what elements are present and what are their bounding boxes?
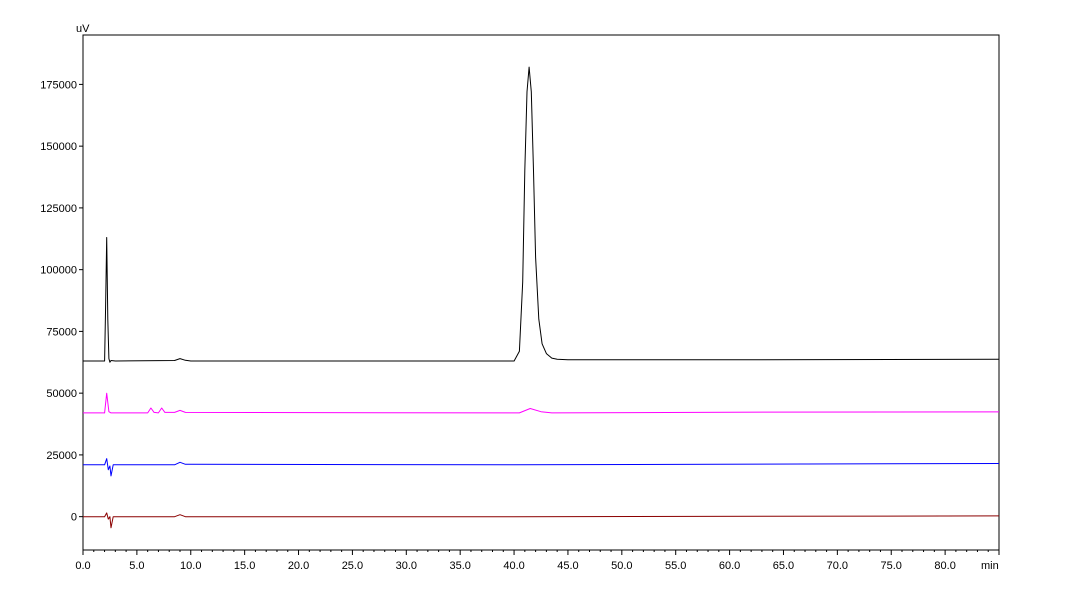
x-tick-label: 35.0 (449, 560, 470, 572)
x-tick-label: 40.0 (503, 560, 524, 572)
x-axis-unit: min (981, 560, 999, 572)
y-tick-label: 75000 (46, 326, 77, 338)
y-axis-unit: uV (76, 23, 90, 35)
x-tick-label: 25.0 (342, 560, 363, 572)
x-tick-label: 15.0 (234, 560, 255, 572)
x-tick-label: 30.0 (396, 560, 417, 572)
trace-4 (83, 512, 1000, 529)
trace-1 (83, 66, 1000, 363)
x-tick-label: 45.0 (557, 560, 578, 572)
chromatogram-chart: 0 25000 50000 75000 100000 125000 150000 175000… (40, 23, 1000, 572)
traces (83, 66, 1000, 529)
y-axis: 0 25000 50000 75000 100000 125000 150000 175000 (40, 79, 83, 524)
y-tick-label: 25000 (46, 450, 77, 462)
y-tick-label: 125000 (40, 203, 77, 215)
x-tick-label: 0.0 (75, 560, 90, 572)
x-tick-label: 20.0 (288, 560, 309, 572)
x-tick-label: 80.0 (934, 560, 955, 572)
x-tick-label: 65.0 (773, 560, 794, 572)
x-tick-label: 55.0 (665, 560, 686, 572)
y-tick-label: 175000 (40, 79, 77, 91)
y-tick-label: 50000 (46, 388, 77, 400)
x-tick-label: 60.0 (719, 560, 740, 572)
x-tick-label: 5.0 (129, 560, 144, 572)
y-tick-label: 0 (71, 512, 77, 524)
x-tick-label: 10.0 (180, 560, 201, 572)
x-tick-label: 70.0 (827, 560, 848, 572)
y-tick-label: 100000 (40, 265, 77, 277)
x-tick-label: 50.0 (611, 560, 632, 572)
trace-3 (83, 458, 1000, 477)
x-axis: 0.0 5.0 10.0 15.0 20.0 25.0 30.0 35.0 40.0 45.0 50… (75, 550, 1000, 572)
y-tick-label: 150000 (40, 141, 77, 153)
trace-2 (83, 392, 1000, 414)
plot-frame (82, 34, 1000, 551)
x-tick-label: 75.0 (881, 560, 902, 572)
